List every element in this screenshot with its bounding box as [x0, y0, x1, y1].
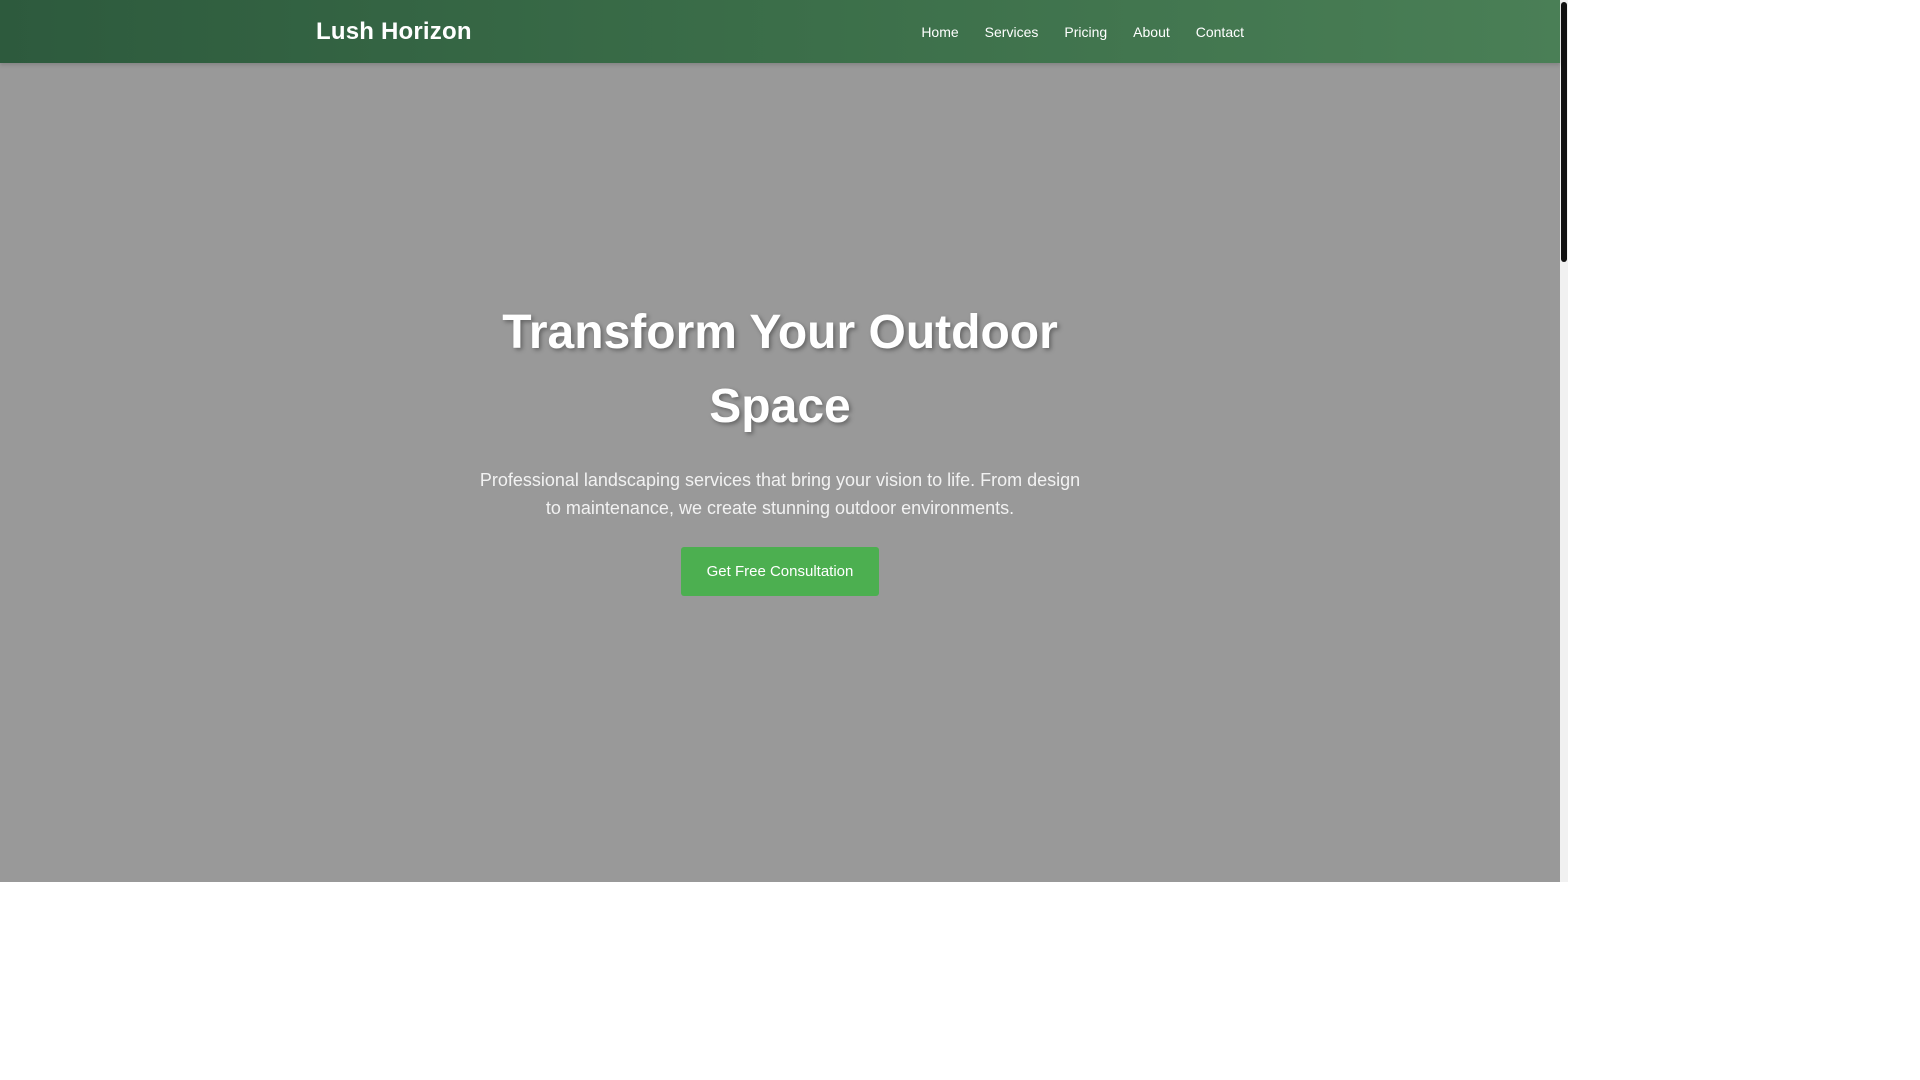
hero-title: Transform Your Outdoor Space [502, 306, 1058, 433]
hero-subtitle: Professional landscaping services that b… [479, 470, 1081, 518]
get-free-consultation-button[interactable]: Get Free Consultation [680, 547, 880, 596]
page: Lush Horizon Home Services Pricing About… [0, 0, 1568, 882]
nav-link-services[interactable]: Services [985, 24, 1039, 40]
nav-links: Home Services Pricing About Contact [921, 24, 1244, 40]
hero-content: Transform Your Outdoor Space Professiona… [430, 296, 1130, 596]
site-logo[interactable]: Lush Horizon [316, 18, 472, 46]
nav-link-pricing[interactable]: Pricing [1064, 24, 1107, 40]
navbar-inner: Lush Horizon Home Services Pricing About… [316, 0, 1244, 63]
vertical-scrollbar[interactable] [1560, 0, 1568, 882]
nav-link-home[interactable]: Home [921, 24, 958, 40]
hero-section: Transform Your Outdoor Space Professiona… [0, 63, 1560, 882]
nav-link-about[interactable]: About [1133, 24, 1170, 40]
nav-link-contact[interactable]: Contact [1196, 24, 1244, 40]
scrollbar-thumb[interactable] [1561, 2, 1567, 262]
navbar: Lush Horizon Home Services Pricing About… [0, 0, 1560, 63]
